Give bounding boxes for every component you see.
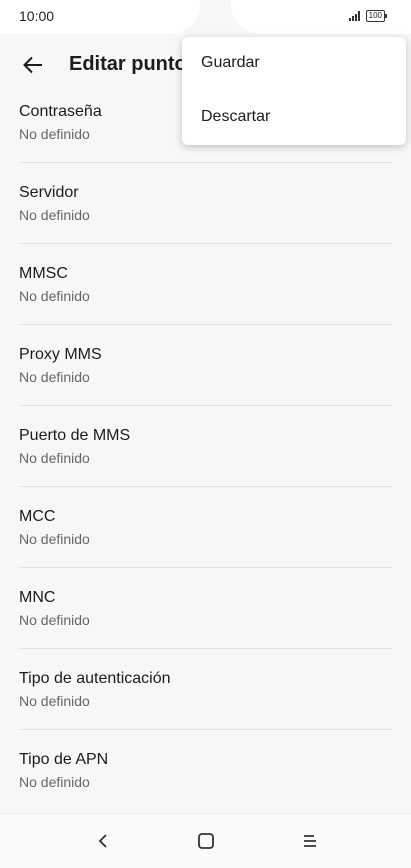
signal-icon — [348, 11, 360, 21]
pref-summary: No definido — [19, 288, 90, 304]
preference-list: Contraseña No definido Servidor No defin… — [0, 97, 411, 811]
pref-title: MCC — [19, 508, 56, 525]
pref-summary: No definido — [19, 450, 90, 466]
battery-icon: 100 — [365, 10, 388, 22]
nav-home-icon[interactable] — [191, 826, 221, 856]
back-arrow-svg — [23, 56, 42, 74]
pref-title: Puerto de MMS — [19, 427, 131, 444]
menu-item-label: Guardar — [201, 54, 260, 71]
pref-summary: No definido — [19, 531, 90, 547]
pref-title: MNC — [19, 589, 56, 606]
screen: 10:00 100 Editar punto Contraseña No def… — [0, 0, 411, 868]
menu-item-label: Descartar — [201, 108, 271, 125]
nav-menu-svg — [304, 835, 316, 847]
status-icons: 100 — [348, 10, 388, 22]
menu-item-descartar[interactable]: Descartar — [182, 91, 406, 145]
pref-title: Tipo de autenticación — [19, 670, 171, 687]
pref-summary: No definido — [19, 369, 90, 385]
overflow-menu: Guardar Descartar — [182, 37, 406, 145]
pref-item-puerto-mms[interactable]: Puerto de MMS No definido — [0, 406, 411, 487]
pref-summary: No definido — [19, 612, 90, 628]
nav-home-svg — [198, 833, 214, 849]
status-bar: 10:00 100 — [0, 0, 411, 34]
menu-item-guardar[interactable]: Guardar — [182, 37, 406, 91]
pref-summary: No definido — [19, 126, 90, 142]
pref-summary: No definido — [19, 207, 90, 223]
pref-title: Servidor — [19, 184, 79, 201]
pref-title: Proxy MMS — [19, 346, 102, 363]
back-arrow-icon[interactable] — [18, 50, 48, 80]
pref-item-mnc[interactable]: MNC No definido — [0, 568, 411, 649]
nav-menu-icon[interactable] — [295, 826, 325, 856]
pref-item-proxy-mms[interactable]: Proxy MMS No definido — [0, 325, 411, 406]
pref-summary: No definido — [19, 693, 90, 709]
pref-title: Contraseña — [19, 103, 102, 120]
pref-item-tipo-apn[interactable]: Tipo de APN No definido — [0, 730, 411, 811]
pref-item-mcc[interactable]: MCC No definido — [0, 487, 411, 568]
pref-item-tipo-autenticacion[interactable]: Tipo de autenticación No definido — [0, 649, 411, 730]
status-time: 10:00 — [19, 8, 55, 24]
nav-back-svg — [98, 834, 107, 848]
pref-summary: No definido — [19, 774, 90, 790]
pref-title: MMSC — [19, 265, 68, 282]
pref-title: Tipo de APN — [19, 751, 109, 768]
pref-item-servidor[interactable]: Servidor No definido — [0, 163, 411, 244]
navigation-bar — [0, 813, 411, 868]
page-title: Editar punto — [69, 53, 187, 75]
pref-item-mmsc[interactable]: MMSC No definido — [0, 244, 411, 325]
nav-back-icon[interactable] — [88, 826, 118, 856]
